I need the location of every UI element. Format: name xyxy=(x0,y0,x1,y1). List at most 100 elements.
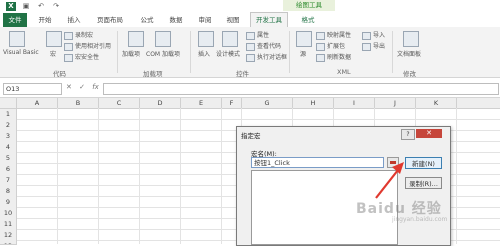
macro-name-input[interactable]: 按钮1_Click xyxy=(251,157,384,168)
column-header[interactable]: A xyxy=(17,98,58,109)
drawing-tools-label: 绘图工具 xyxy=(283,0,335,11)
insert-control-button[interactable]: 插入 xyxy=(198,49,210,58)
macro-security-button[interactable]: 宏安全性 xyxy=(64,52,99,62)
refresh-data-button[interactable]: 刷新数据 xyxy=(316,52,351,62)
design-mode-icon[interactable] xyxy=(222,31,238,47)
pick-icon xyxy=(390,161,396,164)
tab-file[interactable]: 文件 xyxy=(3,13,27,27)
column-header[interactable]: D xyxy=(140,98,181,109)
insert-function-icon[interactable]: fx xyxy=(92,83,99,91)
visual-basic-button[interactable]: Visual Basic xyxy=(3,49,39,56)
expansion-packs-button[interactable]: 扩展包 xyxy=(316,41,345,51)
tab-home[interactable]: 开始 xyxy=(34,13,56,27)
gridline xyxy=(57,108,58,244)
com-addins-icon[interactable] xyxy=(155,31,171,47)
ribbon-tabs: 文件 开始 插入 页面布局 公式 数据 审阅 视图 开发工具 格式 xyxy=(0,12,500,28)
row-header[interactable]: 13 xyxy=(0,241,17,245)
record-button[interactable]: 录制(R)... xyxy=(405,177,442,189)
properties-icon xyxy=(246,31,255,40)
formula-input[interactable] xyxy=(103,83,499,95)
column-header[interactable]: B xyxy=(58,98,99,109)
export-button[interactable]: 导出 xyxy=(362,41,385,51)
import-icon xyxy=(362,31,371,40)
gridline xyxy=(221,108,222,244)
addins-button[interactable]: 加载项 xyxy=(122,49,140,58)
xml-source-button[interactable]: 源 xyxy=(300,49,306,58)
tab-formulas[interactable]: 公式 xyxy=(136,13,158,27)
column-header[interactable]: C xyxy=(99,98,140,109)
column-header[interactable]: G xyxy=(242,98,293,109)
warning-icon xyxy=(64,53,73,62)
record-macro-button[interactable]: 录制宏 xyxy=(64,30,93,40)
undo-icon[interactable]: ↶ xyxy=(36,2,46,11)
column-header[interactable]: K xyxy=(416,98,457,109)
column-header[interactable]: H xyxy=(293,98,334,109)
properties-button[interactable]: 属性 xyxy=(246,30,269,40)
excel-logo-icon: X xyxy=(6,2,16,11)
ribbon-separator xyxy=(117,31,118,73)
gridline xyxy=(456,108,457,244)
ribbon-separator xyxy=(190,31,191,73)
tab-review[interactable]: 审阅 xyxy=(194,13,216,27)
column-header[interactable]: J xyxy=(375,98,416,109)
xml-source-icon[interactable] xyxy=(296,31,312,47)
gridline xyxy=(139,108,140,244)
document-panel-icon[interactable] xyxy=(403,31,419,47)
assign-macro-dialog: 指定宏 ? ✕ 宏名(M): 按钮1_Click 新建(N) 录制(R)... xyxy=(236,126,451,246)
new-button[interactable]: 新建(N) xyxy=(405,157,442,169)
tab-page-layout[interactable]: 页面布局 xyxy=(92,13,128,27)
relative-reference-button[interactable]: 使用相对引用 xyxy=(64,41,111,51)
tab-view[interactable]: 视图 xyxy=(222,13,244,27)
tab-format[interactable]: 格式 xyxy=(296,13,320,27)
formula-bar: O13 ✕ ✓ fx xyxy=(0,80,500,98)
gridline xyxy=(17,119,500,120)
record-icon xyxy=(64,31,73,40)
group-label-controls: 控件 xyxy=(236,70,249,78)
column-header[interactable]: I xyxy=(334,98,375,109)
baidu-watermark: Baidu 经验 xyxy=(356,201,442,217)
map-properties-button[interactable]: 映射属性 xyxy=(316,30,351,40)
visual-basic-icon[interactable] xyxy=(9,31,25,47)
run-dialog-icon xyxy=(246,53,255,62)
insert-control-icon[interactable] xyxy=(198,31,214,47)
view-code-button[interactable]: 查看代码 xyxy=(246,41,281,51)
import-button[interactable]: 导入 xyxy=(362,30,385,40)
group-label-code: 代码 xyxy=(53,70,66,78)
tab-insert[interactable]: 插入 xyxy=(63,13,85,27)
ribbon-separator xyxy=(289,31,290,73)
formula-buttons: ✕ ✓ fx xyxy=(66,83,99,91)
save-icon[interactable]: ▣ xyxy=(21,2,31,11)
close-button[interactable]: ✕ xyxy=(416,129,442,138)
ribbon-panel: Visual Basic 宏 录制宏 使用相对引用 宏安全性 代码 加载项 CO… xyxy=(0,27,500,78)
macros-button[interactable]: 宏 xyxy=(50,49,56,58)
document-panel-button[interactable]: 文档面板 xyxy=(397,49,421,58)
group-label-addins: 加载项 xyxy=(143,70,163,78)
map-properties-icon xyxy=(316,31,325,40)
group-label-xml: XML xyxy=(337,68,351,76)
gridline xyxy=(180,108,181,244)
column-header[interactable]: E xyxy=(181,98,222,109)
help-button[interactable]: ? xyxy=(401,129,415,140)
macro-picker-button[interactable] xyxy=(387,157,399,168)
macros-icon[interactable] xyxy=(46,31,62,47)
export-icon xyxy=(362,42,371,51)
group-label-modify: 修改 xyxy=(403,70,416,78)
enter-icon[interactable]: ✓ xyxy=(79,83,85,91)
design-mode-button[interactable]: 设计模式 xyxy=(216,49,240,58)
gridline xyxy=(98,108,99,244)
column-header[interactable]: F xyxy=(222,98,242,109)
cancel-icon[interactable]: ✕ xyxy=(66,83,72,91)
tab-developer[interactable]: 开发工具 xyxy=(250,12,288,28)
ribbon-separator xyxy=(392,31,393,73)
quick-access-toolbar: X ▣ ↶ ↷ xyxy=(6,2,61,11)
column-header-blank[interactable] xyxy=(457,98,500,109)
baidu-watermark-url: jingyan.baidu.com xyxy=(392,216,448,223)
addins-icon[interactable] xyxy=(128,31,144,47)
redo-icon[interactable]: ↷ xyxy=(51,2,61,11)
tab-data[interactable]: 数据 xyxy=(165,13,187,27)
com-addins-button[interactable]: COM 加载项 xyxy=(146,49,180,58)
select-all-corner[interactable] xyxy=(0,98,17,109)
run-dialog-button[interactable]: 执行对话框 xyxy=(246,52,287,62)
relative-ref-icon xyxy=(64,42,73,51)
name-box[interactable]: O13 xyxy=(3,83,62,95)
